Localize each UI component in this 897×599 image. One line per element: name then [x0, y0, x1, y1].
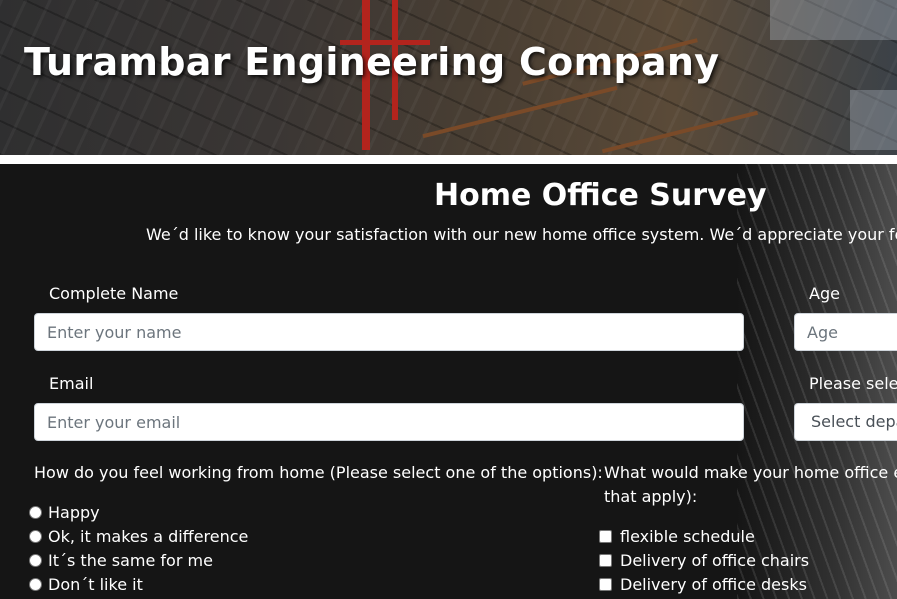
radio-button[interactable]: [29, 530, 42, 543]
name-label: Complete Name: [49, 284, 179, 303]
header-banner: Turambar Engineering Company: [0, 0, 897, 155]
improve-question-line: What would make your home office expe: [604, 463, 897, 482]
option-label: Happy: [48, 503, 100, 522]
checkbox[interactable]: [599, 554, 612, 567]
improve-question: What would make your home office expe th…: [604, 461, 897, 509]
feel-option[interactable]: Happy: [29, 503, 100, 522]
name-input[interactable]: [34, 313, 744, 351]
checkbox[interactable]: [599, 578, 612, 591]
department-label: Please select: [809, 374, 897, 393]
improve-option[interactable]: Delivery of office desks: [599, 575, 807, 594]
improve-option[interactable]: flexible schedule: [599, 527, 755, 546]
option-label: Delivery of office desks: [620, 575, 807, 594]
building-decoration: [850, 90, 897, 150]
survey-description: We´d like to know your satisfaction with…: [146, 225, 897, 244]
age-input[interactable]: [794, 313, 897, 351]
improve-option[interactable]: Delivery of office chairs: [599, 551, 809, 570]
feel-question: How do you feel working from home (Pleas…: [34, 463, 603, 482]
radio-button[interactable]: [29, 554, 42, 567]
option-label: Ok, it makes a difference: [48, 527, 249, 546]
beam-decoration: [422, 85, 618, 139]
option-label: Don´t like it: [48, 575, 143, 594]
beam-decoration: [601, 110, 759, 154]
radio-button[interactable]: [29, 578, 42, 591]
checkbox[interactable]: [599, 530, 612, 543]
age-label: Age: [809, 284, 840, 303]
header-divider: [0, 155, 897, 164]
email-input[interactable]: [34, 403, 744, 441]
option-label: flexible schedule: [620, 527, 755, 546]
improve-question-line: that apply):: [604, 487, 698, 506]
radio-button[interactable]: [29, 506, 42, 519]
company-title: Turambar Engineering Company: [24, 40, 720, 84]
building-decoration: [770, 0, 897, 40]
feel-option[interactable]: Ok, it makes a difference: [29, 527, 248, 546]
option-label: It´s the same for me: [48, 551, 213, 570]
survey-title: Home Office Survey: [434, 178, 767, 213]
option-label: Delivery of office chairs: [620, 551, 810, 570]
email-label: Email: [49, 374, 94, 393]
department-select[interactable]: Select depar: [794, 403, 897, 441]
survey-section: Home Office Survey We´d like to know you…: [0, 164, 897, 599]
feel-option[interactable]: It´s the same for me: [29, 551, 213, 570]
feel-option[interactable]: Don´t like it: [29, 575, 143, 594]
